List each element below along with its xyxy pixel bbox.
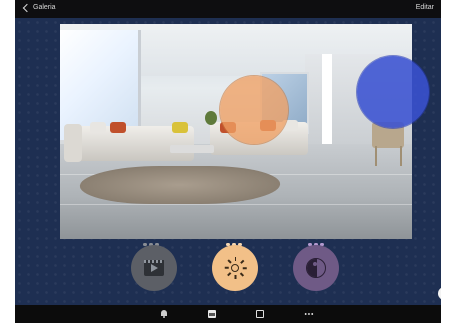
photo-pillow (110, 122, 126, 133)
bell-icon[interactable] (160, 310, 168, 318)
camera-icon[interactable] (256, 310, 264, 318)
photo-plant (205, 111, 217, 125)
photo-sofa-arm (64, 124, 82, 162)
blue-color-marker[interactable] (357, 56, 429, 128)
photo-pillow (172, 122, 188, 133)
more-icon[interactable] (304, 313, 314, 315)
floor-tile-line (60, 204, 412, 205)
film-icon (144, 260, 164, 276)
video-button[interactable] (131, 245, 177, 291)
photo-table (170, 145, 214, 153)
light-button[interactable] (212, 245, 258, 291)
orange-color-marker[interactable] (220, 76, 288, 144)
navigation-bar: Galeria Editar (15, 0, 441, 18)
chevron-left-icon (22, 3, 32, 13)
edit-button[interactable]: Editar (416, 4, 434, 11)
sun-icon (224, 257, 247, 279)
photo-rug (75, 166, 285, 204)
color-button[interactable] (293, 245, 339, 291)
yin-yang-icon (306, 258, 326, 278)
tab-bar (15, 305, 441, 323)
back-button[interactable]: Galeria (22, 3, 56, 13)
help-button[interactable]: ? (438, 287, 441, 300)
room-photo[interactable] (60, 24, 412, 239)
back-label: Galeria (33, 4, 56, 11)
photo-pillow (90, 122, 106, 133)
app-screen: Galeria Editar (15, 0, 441, 323)
photo-chair-leg (400, 146, 402, 166)
gallery-icon[interactable] (208, 310, 216, 318)
photo-chair-leg (375, 146, 377, 166)
